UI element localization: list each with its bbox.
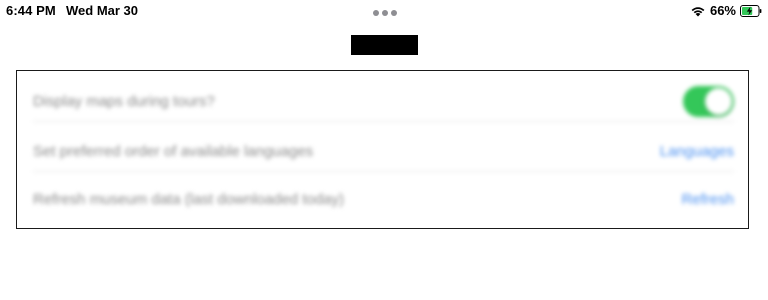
status-bar: 6:44 PM Wed Mar 30 66% [0, 0, 768, 22]
status-time: 6:44 PM [6, 3, 56, 18]
display-maps-toggle[interactable] [683, 85, 734, 117]
battery-charging-icon [740, 4, 762, 17]
wifi-icon [691, 6, 705, 16]
toggle-knob [705, 87, 732, 115]
settings-panel: Display maps during tours? Set preferred… [16, 70, 749, 229]
settings-screen: 6:44 PM Wed Mar 30 66% Display maps duri… [0, 0, 768, 300]
languages-button[interactable]: Languages [660, 143, 734, 160]
setting-row-refresh: Refresh museum data (last downloaded tod… [33, 179, 734, 219]
setting-label-refresh: Refresh museum data (last downloaded tod… [33, 190, 345, 208]
battery-percentage: 66% [709, 3, 736, 18]
refresh-button[interactable]: Refresh [681, 191, 734, 208]
status-date: Wed Mar 30 [66, 3, 139, 18]
settings-list: Display maps during tours? Set preferred… [17, 71, 748, 228]
setting-row-languages: Set preferred order of available languag… [33, 131, 734, 172]
setting-row-display-maps: Display maps during tours? [33, 81, 734, 122]
setting-label-languages: Set preferred order of available languag… [33, 142, 314, 160]
redacted-title [351, 35, 418, 55]
multitasking-menu-icon[interactable] [373, 10, 397, 16]
setting-label-display-maps: Display maps during tours? [33, 92, 215, 110]
status-indicators: 66% [690, 3, 762, 18]
